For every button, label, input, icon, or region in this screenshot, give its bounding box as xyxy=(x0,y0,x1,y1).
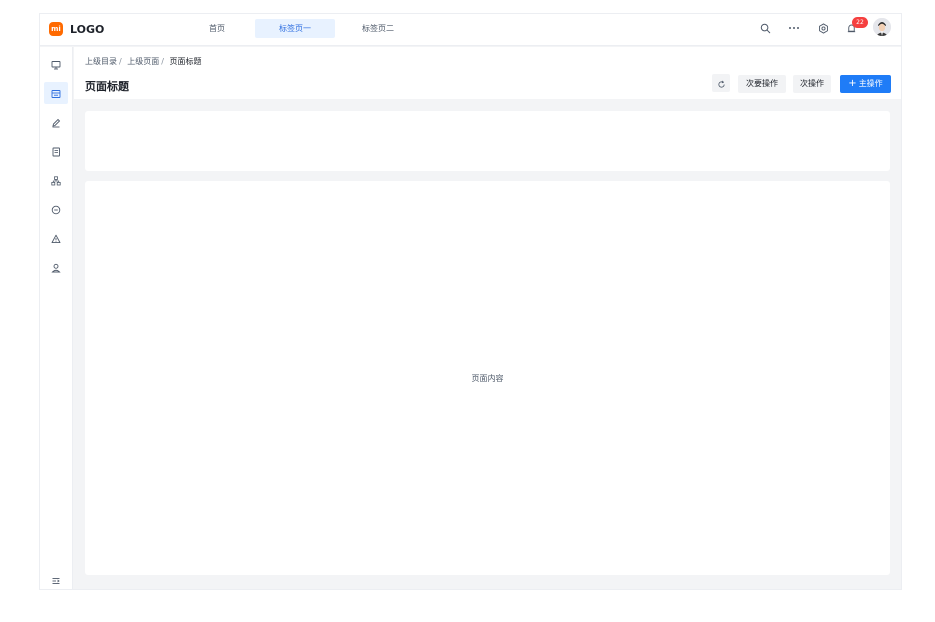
more-icon[interactable] xyxy=(787,21,801,35)
org-chart-icon xyxy=(51,171,61,190)
search-icon[interactable] xyxy=(758,21,772,35)
content-placeholder: 页面内容 xyxy=(471,374,504,383)
sidebar-item-edit[interactable] xyxy=(44,111,68,133)
plus-icon: + xyxy=(848,78,857,89)
primary-action-button[interactable]: + 主操作 xyxy=(840,75,891,93)
minus-circle-icon xyxy=(51,200,61,219)
collapse-icon xyxy=(51,571,61,590)
sidebar-item-user[interactable] xyxy=(44,256,68,278)
top-bar: mi LOGO 首页 标签页一 标签页二 22 xyxy=(40,14,901,46)
notification-badge: 22 xyxy=(852,17,868,28)
edit-icon xyxy=(51,113,61,132)
breadcrumb-item-current: 页面标题 xyxy=(169,57,202,66)
breadcrumb-item-parent[interactable]: 上级页面 xyxy=(127,57,159,66)
sidebar-item-organization[interactable] xyxy=(44,169,68,191)
sidebar-item-documents[interactable] xyxy=(44,82,68,104)
document-list-icon xyxy=(51,84,61,103)
content-card: 页面内容 xyxy=(85,181,890,575)
logo-icon: mi xyxy=(49,22,63,36)
sidebar-item-monitor[interactable] xyxy=(44,53,68,75)
breadcrumb-separator: / xyxy=(119,57,122,66)
breadcrumb: 上级目录 / 上级页面 / 页面标题 xyxy=(85,56,202,67)
sidebar-item-alerts[interactable] xyxy=(44,227,68,249)
file-icon xyxy=(51,142,61,161)
breadcrumb-item-directory[interactable]: 上级目录 xyxy=(85,57,117,66)
user-avatar[interactable] xyxy=(873,18,891,36)
tab-two[interactable]: 标签页二 xyxy=(338,19,418,38)
settings-icon[interactable] xyxy=(816,21,830,35)
warning-icon xyxy=(51,229,61,248)
refresh-icon xyxy=(717,74,726,93)
page-header: 上级目录 / 上级页面 / 页面标题 页面标题 次要操作 次操作 + 主操作 xyxy=(74,47,901,99)
app-frame: mi LOGO 首页 标签页一 标签页二 22 上级目录 / 上级页面 / 页面… xyxy=(39,13,902,590)
sidebar-item-file[interactable] xyxy=(44,140,68,162)
monitor-icon xyxy=(51,55,61,74)
primary-action-label: 主操作 xyxy=(858,79,883,88)
page-title: 页面标题 xyxy=(85,80,129,93)
tertiary-action-button[interactable]: 次操作 xyxy=(793,75,831,93)
secondary-action-button[interactable]: 次要操作 xyxy=(738,75,786,93)
logo-text: LOGO xyxy=(70,23,105,36)
tab-home[interactable]: 首页 xyxy=(177,19,257,38)
sidebar-collapse-button[interactable] xyxy=(44,569,68,591)
sidebar xyxy=(40,47,73,589)
refresh-button[interactable] xyxy=(712,74,730,92)
tab-one[interactable]: 标签页一 xyxy=(255,19,335,38)
user-icon xyxy=(51,258,61,277)
filter-card xyxy=(85,111,890,171)
sidebar-item-status[interactable] xyxy=(44,198,68,220)
breadcrumb-separator: / xyxy=(161,57,164,66)
